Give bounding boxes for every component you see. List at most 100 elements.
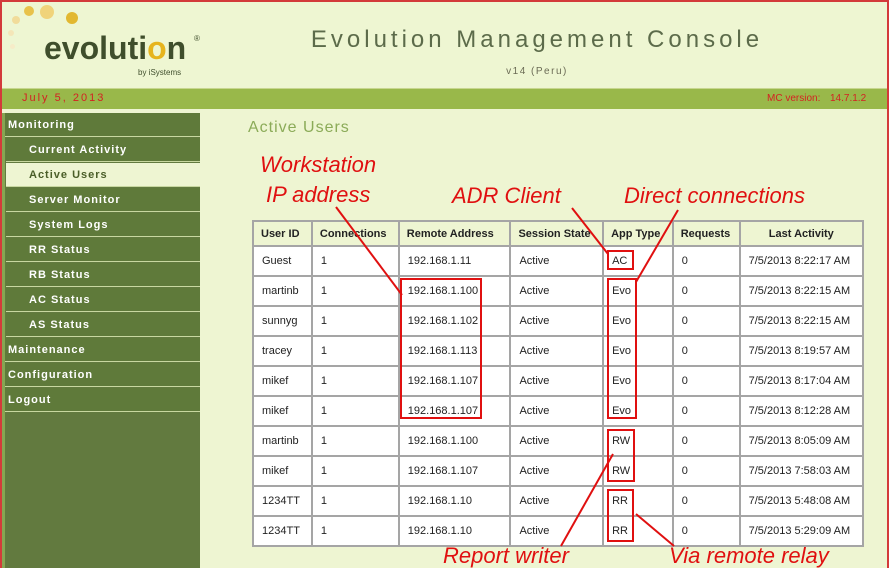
remote-address-cell: 192.168.1.107: [397, 395, 512, 427]
logo-dot-icon: [8, 30, 14, 36]
logo-dot-icon: [40, 5, 54, 19]
annotation-report-writer: Report writer: [443, 543, 569, 568]
user-id-cell: 1234TT: [252, 515, 313, 547]
session-state-cell: Active: [509, 515, 605, 547]
requests-cell: 0: [671, 275, 741, 307]
annotation-via-remote-relay: Via remote relay: [669, 543, 829, 568]
sidebar-item-active-users[interactable]: Active Users: [6, 163, 200, 187]
user-id-cell: tracey: [252, 335, 313, 367]
last-activity-cell: 7/5/2013 8:22:17 AM: [738, 245, 865, 277]
sidebar-item-rb-status[interactable]: RB Status: [6, 263, 200, 287]
logo-subtitle: by iSystems: [138, 68, 182, 77]
logo-dot-icon: [24, 6, 34, 16]
user-id-cell: 1234TT: [252, 485, 313, 517]
table-row: sunnyg 1 192.168.1.102 Active Evo 0 7/5/2013 8…: [252, 305, 865, 337]
current-date: July 5, 2013: [22, 92, 106, 104]
remote-address-cell: 192.168.1.11: [397, 245, 512, 277]
sidebar-item-monitoring[interactable]: Monitoring: [2, 113, 200, 137]
sidebar-item-maintenance[interactable]: Maintenance: [2, 338, 200, 362]
connections-cell: 1: [310, 245, 400, 277]
connections-cell: 1: [310, 395, 400, 427]
app-type-cell: Evo: [602, 335, 674, 367]
last-activity-cell: 7/5/2013 5:48:08 AM: [738, 485, 865, 517]
app-type-cell: AC: [602, 245, 674, 277]
sidebar-item-server-monitor[interactable]: Server Monitor: [6, 188, 200, 212]
sidebar-item-configuration[interactable]: Configuration: [2, 363, 200, 387]
connections-cell: 1: [310, 305, 400, 337]
requests-cell: 0: [671, 395, 741, 427]
last-activity-cell: 7/5/2013 8:22:15 AM: [738, 305, 865, 337]
connections-cell: 1: [310, 425, 400, 457]
app-type-cell: Evo: [602, 275, 674, 307]
remote-address-cell: 192.168.1.10: [397, 485, 512, 517]
app-type-cell: RW: [602, 425, 674, 457]
logo-dot-icon: [66, 12, 78, 24]
remote-address-cell: 192.168.1.100: [397, 425, 512, 457]
table-row: 1234TT 1 192.168.1.10 Active RR 0 7/5/2013 5:2…: [252, 515, 865, 547]
requests-cell: 0: [671, 455, 741, 487]
app-title: Evolution Management Console: [310, 26, 764, 53]
last-activity-cell: 7/5/2013 8:22:15 AM: [738, 275, 865, 307]
connections-cell: 1: [310, 515, 400, 547]
session-state-cell: Active: [509, 305, 605, 337]
app-type-cell: Evo: [602, 395, 674, 427]
sidebar-item-system-logs[interactable]: System Logs: [6, 213, 200, 237]
column-header: Remote Address: [397, 220, 512, 247]
column-header: Connections: [310, 220, 400, 247]
last-activity-cell: 7/5/2013 5:29:09 AM: [738, 515, 865, 547]
sidebar-item-logout[interactable]: Logout: [2, 388, 200, 412]
sidebar-item-current-activity[interactable]: Current Activity: [6, 138, 200, 162]
requests-cell: 0: [671, 485, 741, 517]
user-id-cell: mikef: [252, 395, 313, 427]
requests-cell: 0: [671, 335, 741, 367]
logo: evolution ® by iSystems: [2, 2, 222, 87]
column-header: Session State: [509, 220, 605, 247]
logo-dot-icon: [12, 16, 20, 24]
session-state-cell: Active: [509, 425, 605, 457]
sidebar-edge: [2, 113, 5, 568]
user-id-cell: Guest: [252, 245, 313, 277]
app-type-cell: RR: [602, 515, 674, 547]
user-id-cell: mikef: [252, 365, 313, 397]
sidebar-item-rr-status[interactable]: RR Status: [6, 238, 200, 262]
table-row: mikef 1 192.168.1.107 Active RW 0 7/5/2013 7:5…: [252, 455, 865, 487]
table-row: mikef 1 192.168.1.107 Active Evo 0 7/5/2013 8:…: [252, 365, 865, 397]
annotation-direct-connections: Direct connections: [624, 183, 805, 208]
remote-address-cell: 192.168.1.113: [397, 335, 512, 367]
user-id-cell: martinb: [252, 275, 313, 307]
mc-version-value: 14.7.1.2: [830, 93, 867, 104]
remote-address-cell: 192.168.1.102: [397, 305, 512, 337]
table-row: tracey 1 192.168.1.113 Active Evo 0 7/5/2013 8…: [252, 335, 865, 367]
remote-address-cell: 192.168.1.107: [397, 365, 512, 397]
session-state-cell: Active: [509, 455, 605, 487]
last-activity-cell: 7/5/2013 8:19:57 AM: [738, 335, 865, 367]
connections-cell: 1: [310, 485, 400, 517]
sidebar-item-as-status[interactable]: AS Status: [6, 313, 200, 337]
app-type-cell: Evo: [602, 305, 674, 337]
requests-cell: 0: [671, 365, 741, 397]
requests-cell: 0: [671, 245, 741, 277]
last-activity-cell: 7/5/2013 8:17:04 AM: [738, 365, 865, 397]
header: evolution ® by iSystems Evolution Manage…: [2, 2, 887, 87]
user-id-cell: sunnyg: [252, 305, 313, 337]
app-type-cell: RR: [602, 485, 674, 517]
user-id-cell: martinb: [252, 425, 313, 457]
logo-wordmark: evolution: [44, 30, 187, 66]
remote-address-cell: 192.168.1.100: [397, 275, 512, 307]
session-state-cell: Active: [509, 395, 605, 427]
session-state-cell: Active: [509, 335, 605, 367]
table-row: Guest 1 192.168.1.11 Active AC 0 7/5/2013 8:22…: [252, 245, 865, 277]
connections-cell: 1: [310, 455, 400, 487]
sidebar-item-ac-status[interactable]: AC Status: [6, 288, 200, 312]
mc-version-label: MC version:: [767, 93, 821, 104]
connections-cell: 1: [310, 365, 400, 397]
remote-address-cell: 192.168.1.10: [397, 515, 512, 547]
column-header: App Type: [602, 220, 674, 247]
connections-cell: 1: [310, 275, 400, 307]
session-state-cell: Active: [509, 485, 605, 517]
sidebar: Monitoring Current Activity Active Users…: [2, 113, 200, 568]
annotation-adr-client: ADR Client: [452, 183, 561, 208]
table-row: mikef 1 192.168.1.107 Active Evo 0 7/5/2013 8:…: [252, 395, 865, 427]
column-header: Requests: [671, 220, 741, 247]
table-row: martinb 1 192.168.1.100 Active Evo 0 7/5/2013 …: [252, 275, 865, 307]
